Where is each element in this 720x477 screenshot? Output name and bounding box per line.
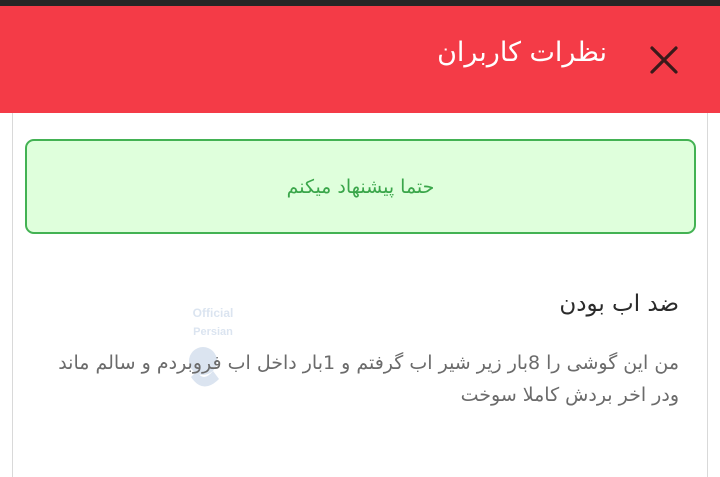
dialog-header: نظرات کاربران <box>0 6 720 113</box>
review-content[interactable]: حتما پیشنهاد میکنم Official Persian ضد ا… <box>12 113 708 477</box>
recommendation-badge: حتما پیشنهاد میکنم <box>25 139 696 234</box>
dialog-title: نظرات کاربران <box>437 37 607 68</box>
close-icon <box>650 46 678 74</box>
svg-text:Persian: Persian <box>193 326 233 338</box>
close-button[interactable] <box>646 42 682 78</box>
review-title: ضد اب بودن <box>559 291 679 317</box>
review-body: من این گوشی را 8بار زیر شیر اب گرفتم و 1… <box>58 352 679 406</box>
svg-text:Official: Official <box>193 306 234 320</box>
recommendation-text: حتما پیشنهاد میکنم <box>286 175 435 198</box>
